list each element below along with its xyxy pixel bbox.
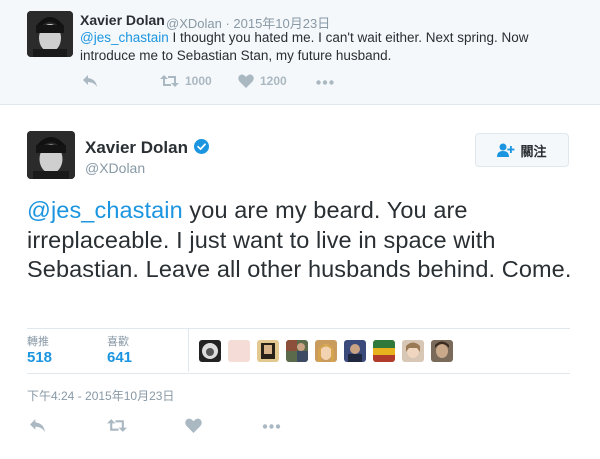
liker-photo (373, 340, 395, 362)
add-user-icon (497, 143, 515, 157)
avatar[interactable] (27, 131, 75, 179)
liker-photo (348, 344, 362, 362)
more-icon (262, 424, 281, 429)
liker-avatar[interactable] (431, 340, 453, 362)
retweet-icon (160, 75, 179, 87)
like-button[interactable]: 1200 (238, 74, 287, 88)
divider (27, 328, 570, 329)
liker-photo (261, 343, 275, 359)
tweet-actions: 1000 1200 (80, 72, 380, 92)
retweets-value: 518 (27, 349, 53, 366)
tweet-text: @jes_chastain I thought you hated me. I … (80, 29, 580, 65)
mention-link[interactable]: @jes_chastain (27, 197, 183, 223)
follow-button[interactable]: 關注 (475, 133, 569, 167)
avatar[interactable] (27, 11, 73, 57)
reply-icon (30, 419, 45, 432)
reply-icon (83, 75, 97, 87)
divider (27, 373, 570, 374)
liker-avatar[interactable] (402, 340, 424, 362)
liker-avatar[interactable] (286, 340, 308, 362)
follow-label: 關注 (520, 143, 547, 159)
verified-icon (194, 139, 209, 154)
tweet-text-line2: introduce me to Sebastian Stan, my futur… (80, 48, 392, 63)
like-stats[interactable]: 喜歡 641 (107, 333, 132, 366)
liker-avatar[interactable] (257, 340, 279, 362)
heart-icon (238, 74, 254, 88)
liker-photo (202, 343, 218, 359)
retweet-button[interactable]: 1000 (160, 74, 212, 88)
liker-photo (286, 340, 308, 362)
like-button[interactable] (185, 418, 202, 433)
retweet-count: 1000 (185, 74, 212, 88)
author-handle[interactable]: @XDolan (85, 160, 145, 176)
author-name[interactable]: Xavier Dolan (85, 138, 188, 158)
mention-link[interactable]: @jes_chastain (80, 30, 169, 45)
avatar-photo (27, 131, 75, 179)
like-count: 1200 (260, 74, 287, 88)
reply-button[interactable] (29, 418, 46, 433)
stats-separator (188, 329, 189, 372)
retweet-icon (107, 419, 127, 432)
avatar-photo (27, 11, 73, 57)
more-button[interactable] (262, 424, 281, 429)
liker-photo (318, 344, 334, 362)
liker-avatar[interactable] (344, 340, 366, 362)
more-button[interactable] (316, 80, 334, 85)
tweet-text: @jes_chastain you are my beard. You are … (27, 196, 587, 285)
tweet-text-line1: I thought you hated me. I can't wait eit… (168, 30, 529, 45)
liker-avatar[interactable] (228, 340, 250, 362)
more-icon (316, 80, 334, 85)
liker-avatar[interactable] (315, 340, 337, 362)
likes-label: 喜歡 (107, 336, 129, 348)
liker-avatar[interactable] (373, 340, 395, 362)
tweet-timestamp[interactable]: 下午4:24 - 2015年10月23日 (27, 387, 174, 404)
tweet-actions (27, 416, 327, 436)
liker-avatar[interactable] (199, 340, 221, 362)
retweet-stats[interactable]: 轉推 518 (27, 333, 52, 366)
liker-photo (435, 341, 449, 358)
reply-button[interactable] (82, 74, 98, 88)
heart-icon (185, 418, 202, 433)
likes-value: 641 (107, 349, 133, 366)
author-name[interactable]: Xavier Dolan (80, 12, 165, 28)
retweets-label: 轉推 (27, 336, 49, 348)
retweet-button[interactable] (107, 418, 127, 433)
liker-photo (406, 342, 420, 358)
